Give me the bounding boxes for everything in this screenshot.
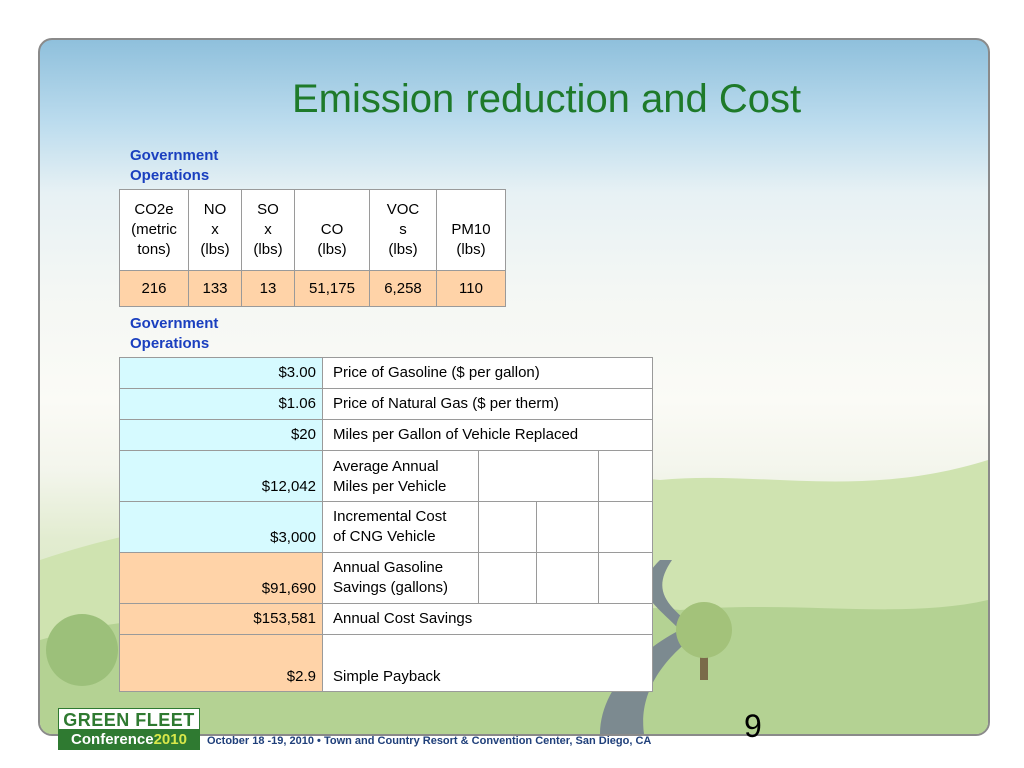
value-nox: 133: [188, 270, 242, 307]
empty-cell: [478, 552, 537, 604]
cost-value: $3,000: [119, 501, 323, 553]
header-line: [441, 200, 501, 220]
header-line: (lbs): [317, 241, 347, 258]
page-number: 9: [744, 708, 762, 744]
empty-cell: [536, 552, 599, 604]
value-vocs: 6,258: [369, 270, 437, 307]
cost-label-line: Savings (gallons): [333, 579, 449, 596]
cost-table: $3.00 Price of Gasoline ($ per gallon) $…: [119, 357, 653, 692]
cost-value: $20: [119, 419, 323, 451]
logo-line1: GREEN FLEET: [58, 708, 200, 730]
header-line: [299, 200, 365, 220]
header-co2e: CO2e (metric tons): [119, 189, 189, 271]
cost-value: $12,042: [119, 450, 323, 502]
logo-line2: Conference2010: [58, 730, 200, 750]
cost-row-mpg: $20 Miles per Gallon of Vehicle Replaced: [119, 419, 653, 451]
header-line: s: [399, 221, 407, 238]
emissions-section-label-line1: Government: [130, 147, 219, 164]
emissions-header-row: CO2e (metric tons) NO x (lbs) SO x (lbs) CO (lb…: [119, 189, 506, 271]
cost-label: Miles per Gallon of Vehicle Replaced: [322, 419, 653, 451]
header-nox: NO x (lbs): [188, 189, 242, 271]
cost-label: Annual Gasoline Savings (gallons): [322, 552, 479, 604]
emissions-section-label-line2: Operations: [130, 167, 210, 184]
empty-cell: [478, 501, 537, 553]
value-pm10: 110: [436, 270, 506, 307]
cost-row-annual-savings: $153,581 Annual Cost Savings: [119, 603, 653, 635]
empty-cell: [536, 501, 599, 553]
cost-label-line: Miles per Vehicle: [333, 478, 447, 495]
value-co2e: 216: [119, 270, 189, 307]
emissions-table: CO2e (metric tons) NO x (lbs) SO x (lbs) CO (lb…: [119, 189, 506, 307]
header-line: PM10: [451, 221, 491, 238]
cost-label-line: Average Annual: [333, 458, 439, 475]
header-line: (metric: [131, 221, 177, 238]
empty-cell: [478, 450, 599, 502]
value-sox: 13: [241, 270, 295, 307]
cost-value: $1.06: [119, 388, 323, 420]
cost-label: Average Annual Miles per Vehicle: [322, 450, 479, 502]
empty-cell: [598, 552, 653, 604]
cost-row-natural-gas-price: $1.06 Price of Natural Gas ($ per therm): [119, 388, 653, 420]
cost-label: Price of Natural Gas ($ per therm): [322, 388, 653, 420]
cost-row-incremental-cost: $3,000 Incremental Cost of CNG Vehicle: [119, 501, 653, 553]
cost-value: $153,581: [119, 603, 323, 635]
header-co: CO (lbs): [294, 189, 370, 271]
header-pm10: PM10 (lbs): [436, 189, 506, 271]
cost-label: Incremental Cost of CNG Vehicle: [322, 501, 479, 553]
cost-label-line: Annual Gasoline: [333, 559, 444, 576]
empty-cell: [598, 450, 653, 502]
cost-section-label-line1: Government: [130, 315, 219, 332]
header-line: CO2e: [134, 201, 174, 218]
cost-value: $91,690: [119, 552, 323, 604]
cost-row-annual-miles: $12,042 Average Annual Miles per Vehicle: [119, 450, 653, 502]
cost-label: Price of Gasoline ($ per gallon): [322, 357, 653, 389]
value-co: 51,175: [294, 270, 370, 307]
cost-value: $3.00: [119, 357, 323, 389]
header-sox: SO x (lbs): [241, 189, 295, 271]
header-line: x: [211, 221, 219, 238]
emissions-section-label: Government Operations: [130, 146, 218, 186]
cost-row-gas-price: $3.00 Price of Gasoline ($ per gallon): [119, 357, 653, 389]
emissions-value-row: 216 133 13 51,175 6,258 110: [119, 270, 506, 307]
cost-label-line: Incremental Cost: [333, 508, 447, 525]
logo-word: Conference: [71, 731, 154, 748]
header-vocs: VOC s (lbs): [369, 189, 437, 271]
cost-label: Simple Payback: [322, 634, 653, 692]
cost-value: $2.9: [119, 634, 323, 692]
cost-label-line: of CNG Vehicle: [333, 528, 436, 545]
slide-title: Emission reduction and Cost: [292, 77, 802, 121]
header-line: x: [264, 221, 272, 238]
header-line: SO: [257, 201, 279, 218]
cost-label: Annual Cost Savings: [322, 603, 653, 635]
empty-cell: [598, 501, 653, 553]
event-info: October 18 -19, 2010 • Town and Country …: [207, 735, 652, 747]
header-line: VOC: [386, 201, 420, 218]
header-line: (lbs): [388, 241, 418, 258]
header-line: CO: [320, 221, 344, 238]
header-line: (lbs): [200, 241, 230, 258]
cost-section-label: Government Operations: [130, 314, 218, 354]
header-line: (lbs): [456, 241, 486, 258]
cost-section-label-line2: Operations: [130, 335, 210, 352]
cost-row-simple-payback: $2.9 Simple Payback: [119, 634, 653, 692]
logo-year: 2010: [153, 731, 187, 748]
header-line: tons): [137, 241, 171, 258]
header-line: NO: [203, 201, 227, 218]
cost-row-gasoline-savings: $91,690 Annual Gasoline Savings (gallons): [119, 552, 653, 604]
header-line: (lbs): [253, 241, 283, 258]
green-fleet-logo: GREEN FLEET Conference2010: [58, 708, 200, 750]
